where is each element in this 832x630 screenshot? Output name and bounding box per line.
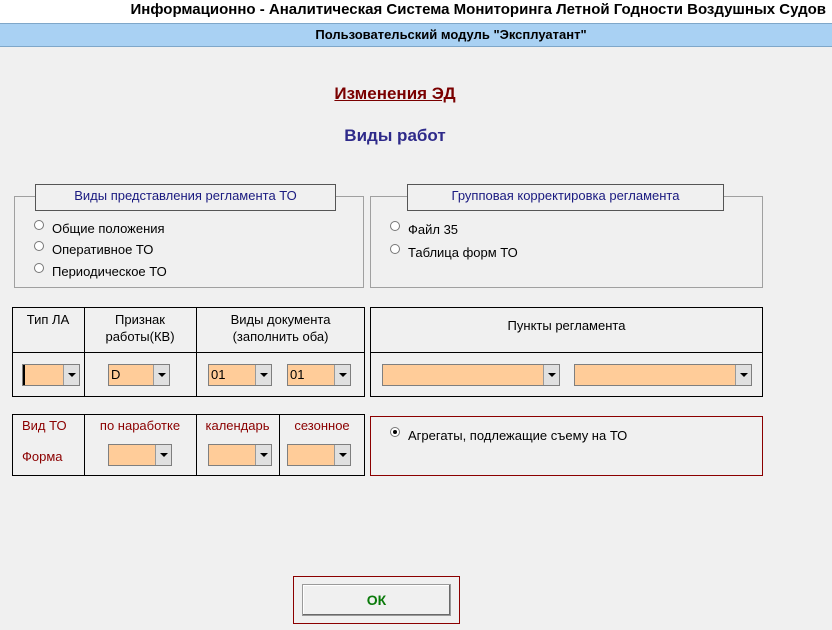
radio-circle-icon[interactable] [34, 263, 44, 273]
select-value [109, 445, 155, 465]
aircraft-type-select[interactable] [22, 364, 80, 386]
reg-items-header: Пункты регламента [507, 318, 626, 333]
radio-label: Агрегаты, подлежащие съему на ТО [408, 427, 628, 443]
radio-label: Периодическое ТО [52, 263, 167, 279]
doc-type-1-select[interactable]: 01 [208, 364, 272, 386]
select-value: 01 [211, 367, 226, 382]
radio-checked-icon[interactable] [390, 427, 400, 437]
radio-circle-icon[interactable] [34, 220, 44, 230]
radio-circle-icon[interactable] [390, 221, 400, 231]
reg-item-2-select[interactable] [574, 364, 752, 386]
radio-aggregates[interactable]: Агрегаты, подлежащие съему на ТО [390, 426, 627, 444]
seasonal-select[interactable] [287, 444, 351, 466]
radio-label: Общие положения [52, 220, 165, 236]
forma-label: Форма [22, 449, 63, 464]
radio-periodic[interactable]: Периодическое ТО [34, 262, 167, 280]
radio-circle-icon[interactable] [390, 244, 400, 254]
ok-button[interactable]: ОК [302, 584, 451, 616]
calendar-label: календарь [205, 418, 270, 433]
radio-label: Таблица форм ТО [408, 244, 518, 260]
chevron-down-icon[interactable] [63, 365, 79, 385]
radio-general[interactable]: Общие положения [34, 219, 165, 237]
select-value [209, 445, 255, 465]
module-subtitle: Пользовательский модуль "Эксплуатант" [0, 23, 832, 47]
radio-to-forms-table[interactable]: Таблица форм ТО [390, 243, 518, 261]
page-subtitle: Виды работ [344, 126, 446, 145]
aggregates-box [370, 416, 763, 476]
select-value [288, 445, 334, 465]
doc-types-header-line1: Виды документа [230, 312, 331, 327]
select-value [575, 365, 735, 385]
select-value: D [111, 367, 121, 382]
group-correction-legend: Групповая корректировка регламента [407, 184, 724, 211]
work-sign-select[interactable]: D [108, 364, 170, 386]
doc-type-2-select[interactable]: 01 [287, 364, 351, 386]
vid-to-label: Вид ТО [22, 418, 67, 433]
calendar-select[interactable] [208, 444, 272, 466]
chevron-down-icon[interactable] [735, 365, 751, 385]
reg-item-1-select[interactable] [382, 364, 560, 386]
radio-circle-icon[interactable] [34, 241, 44, 251]
aircraft-type-header: Тип ЛА [26, 312, 70, 327]
radio-label: Оперативное ТО [52, 241, 154, 257]
by-hours-select[interactable] [108, 444, 172, 466]
doc-types-header-line2: (заполнить оба) [232, 329, 329, 344]
regulation-views-legend: Виды представления регламента ТО [35, 184, 336, 211]
work-sign-header-line1: Признак [115, 312, 165, 327]
select-value [383, 365, 543, 385]
chevron-down-icon[interactable] [153, 365, 169, 385]
seasonal-label: сезонное [294, 418, 350, 433]
select-value: 01 [290, 367, 305, 382]
radio-file35[interactable]: Файл 35 [390, 220, 458, 238]
chevron-down-icon[interactable] [255, 365, 271, 385]
chevron-down-icon[interactable] [543, 365, 559, 385]
radio-operative[interactable]: Оперативное ТО [34, 240, 153, 258]
work-sign-header-line2: работы(КВ) [105, 329, 175, 344]
divider [370, 352, 763, 353]
app-title: Информационно - Аналитическая Система Мо… [0, 0, 832, 23]
radio-label: Файл 35 [408, 221, 459, 237]
chevron-down-icon[interactable] [334, 445, 350, 465]
chevron-down-icon[interactable] [334, 365, 350, 385]
divider [12, 352, 365, 353]
select-value [23, 365, 63, 385]
page-title: Изменения ЭД [334, 84, 456, 103]
chevron-down-icon[interactable] [155, 445, 171, 465]
chevron-down-icon[interactable] [255, 445, 271, 465]
by-hours-label: по наработке [99, 418, 181, 433]
